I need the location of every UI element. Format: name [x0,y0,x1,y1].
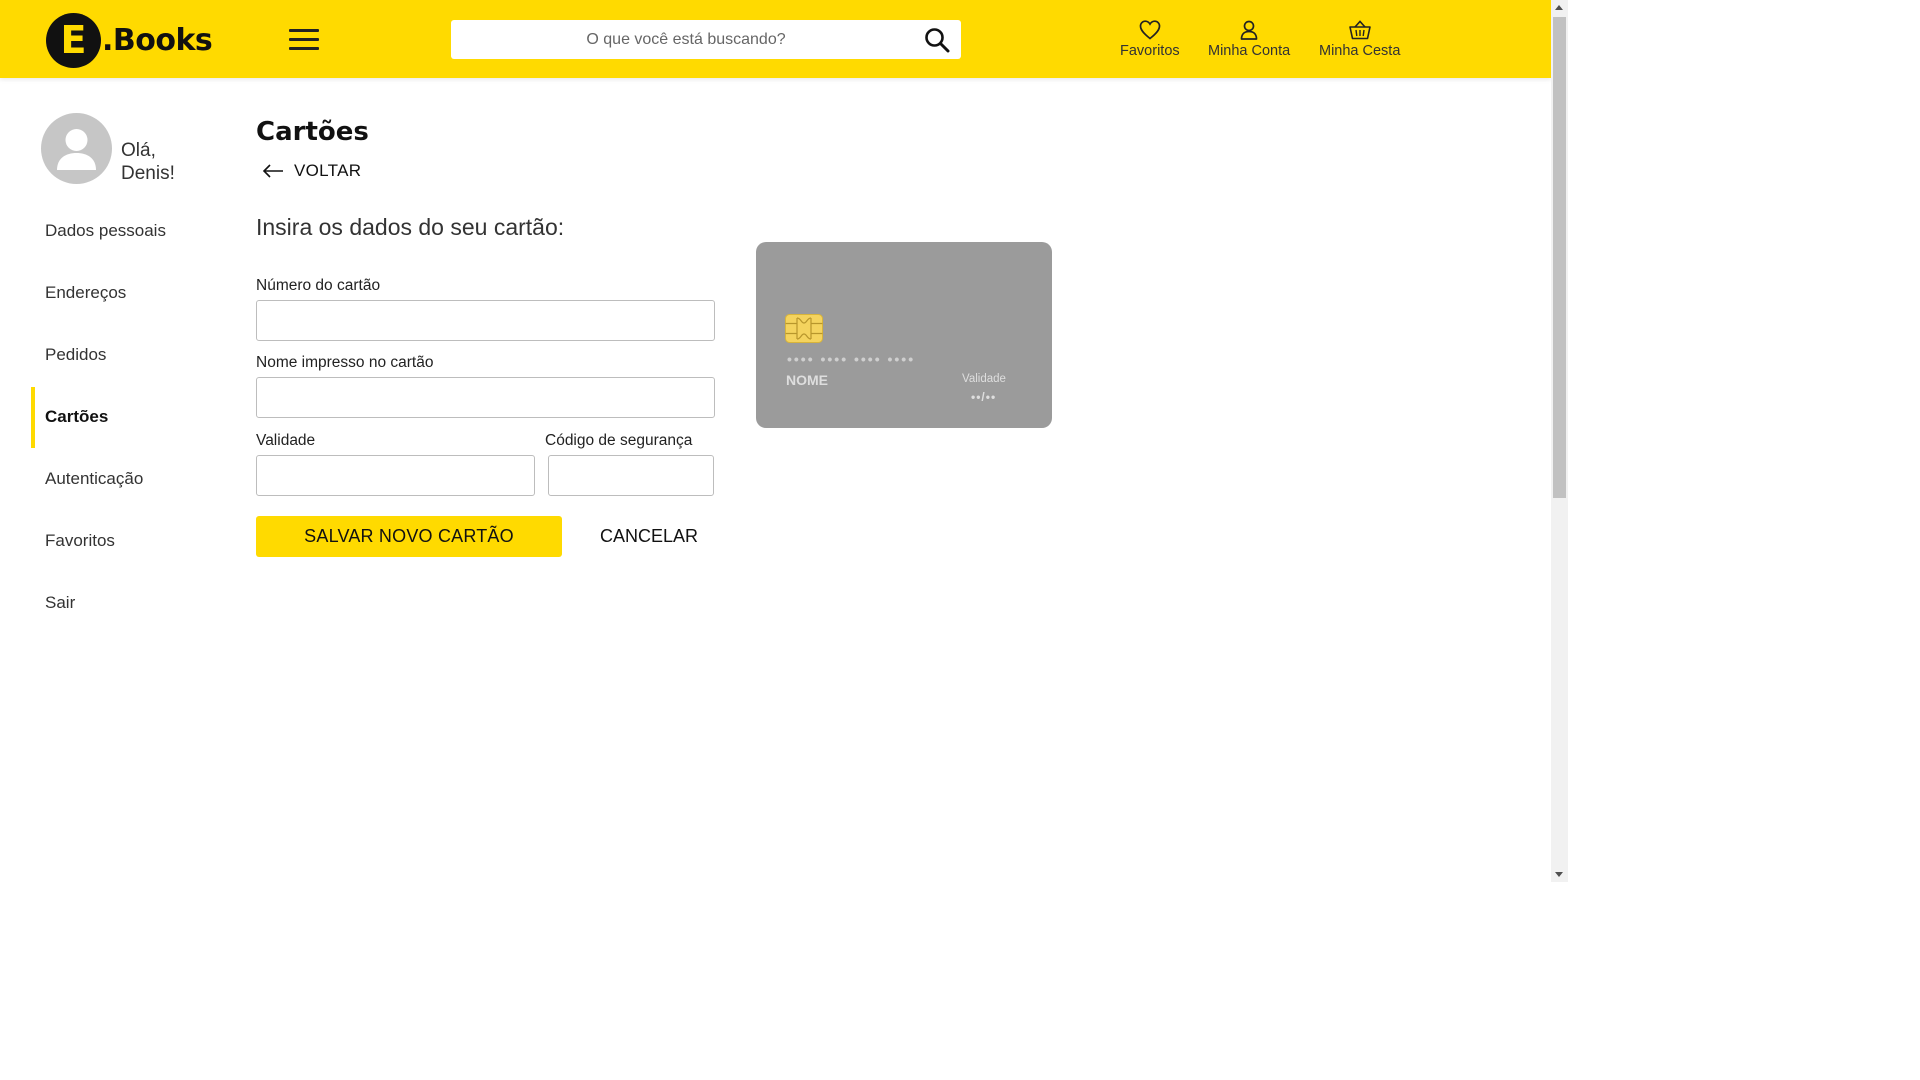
back-button-label: VOLTAR [294,161,362,180]
scroll-down-arrow-icon[interactable] [1555,872,1563,877]
logo-text: .Books [102,22,213,58]
cvv-field[interactable] [548,455,714,496]
card-preview-name: NOME [786,372,828,388]
search-icon[interactable] [924,27,950,53]
sidebar-item-enderecos[interactable]: Endereços [45,283,126,303]
card-preview: •••• •••• •••• •••• NOME Validade ••/•• [756,242,1052,428]
card-preview-validity-value: ••/•• [971,390,997,404]
greeting: Olá, Denis! [121,139,175,185]
heart-icon [1139,20,1161,40]
user-placeholder-icon [57,129,96,170]
favorites-link-label: Favoritos [1120,43,1180,59]
sidebar-item-pedidos[interactable]: Pedidos [45,345,106,365]
account-link[interactable]: Minha Conta [1208,18,1290,59]
search-bar [451,20,961,59]
save-card-button[interactable]: SALVAR NOVO CARTÃO [256,516,562,557]
user-icon [1240,20,1258,40]
card-name-field[interactable] [256,377,715,418]
card-preview-validity-label: Validade [962,373,1006,385]
card-preview-number: •••• •••• •••• •••• [787,351,916,367]
sidebar-item-dados-pessoais[interactable]: Dados pessoais [45,221,166,241]
scroll-up-arrow-icon[interactable] [1555,5,1563,10]
page-title: Cartões [256,117,369,147]
account-link-label: Minha Conta [1208,43,1291,59]
scrollbar-thumb[interactable] [1553,17,1566,498]
form-subtitle: Insira os dados do seu cartão: [256,214,565,240]
basket-link-label: Minha Cesta [1319,43,1401,59]
logo-mark: E [46,12,101,68]
card-name-label: Nome impresso no cartão [256,354,434,371]
sidebar-item-cartoes[interactable]: Cartões [45,407,108,427]
basket-icon [1348,20,1371,40]
page-scrollbar[interactable] [1551,0,1568,882]
card-chip-icon [785,314,823,343]
basket-link[interactable]: Minha Cesta [1319,18,1400,59]
cancel-button[interactable]: CANCELAR [586,516,712,557]
sidebar-item-autenticacao[interactable]: Autenticação [45,469,143,489]
card-number-label: Número do cartão [256,277,381,294]
hamburger-menu-icon[interactable] [289,29,319,51]
sidebar-active-indicator [31,387,35,448]
sidebar-item-favoritos[interactable]: Favoritos [45,531,115,551]
sidebar-item-sair[interactable]: Sair [45,593,75,613]
greeting-line-1: Olá, [121,140,156,161]
card-number-field[interactable] [256,300,715,341]
arrow-left-icon [262,164,283,178]
favorites-link[interactable]: Favoritos [1120,18,1180,59]
top-header: E .Books Favoritos Minha Conta [0,0,1551,78]
search-input[interactable] [451,20,961,59]
expiry-field[interactable] [256,455,535,496]
greeting-user-name: Denis! [121,163,175,184]
cvv-label: Código de segurança [545,432,693,449]
expiry-label: Validade [256,432,316,449]
avatar [41,113,112,184]
back-button[interactable]: VOLTAR [262,161,361,181]
ebooks-logo[interactable]: E .Books [46,12,213,68]
